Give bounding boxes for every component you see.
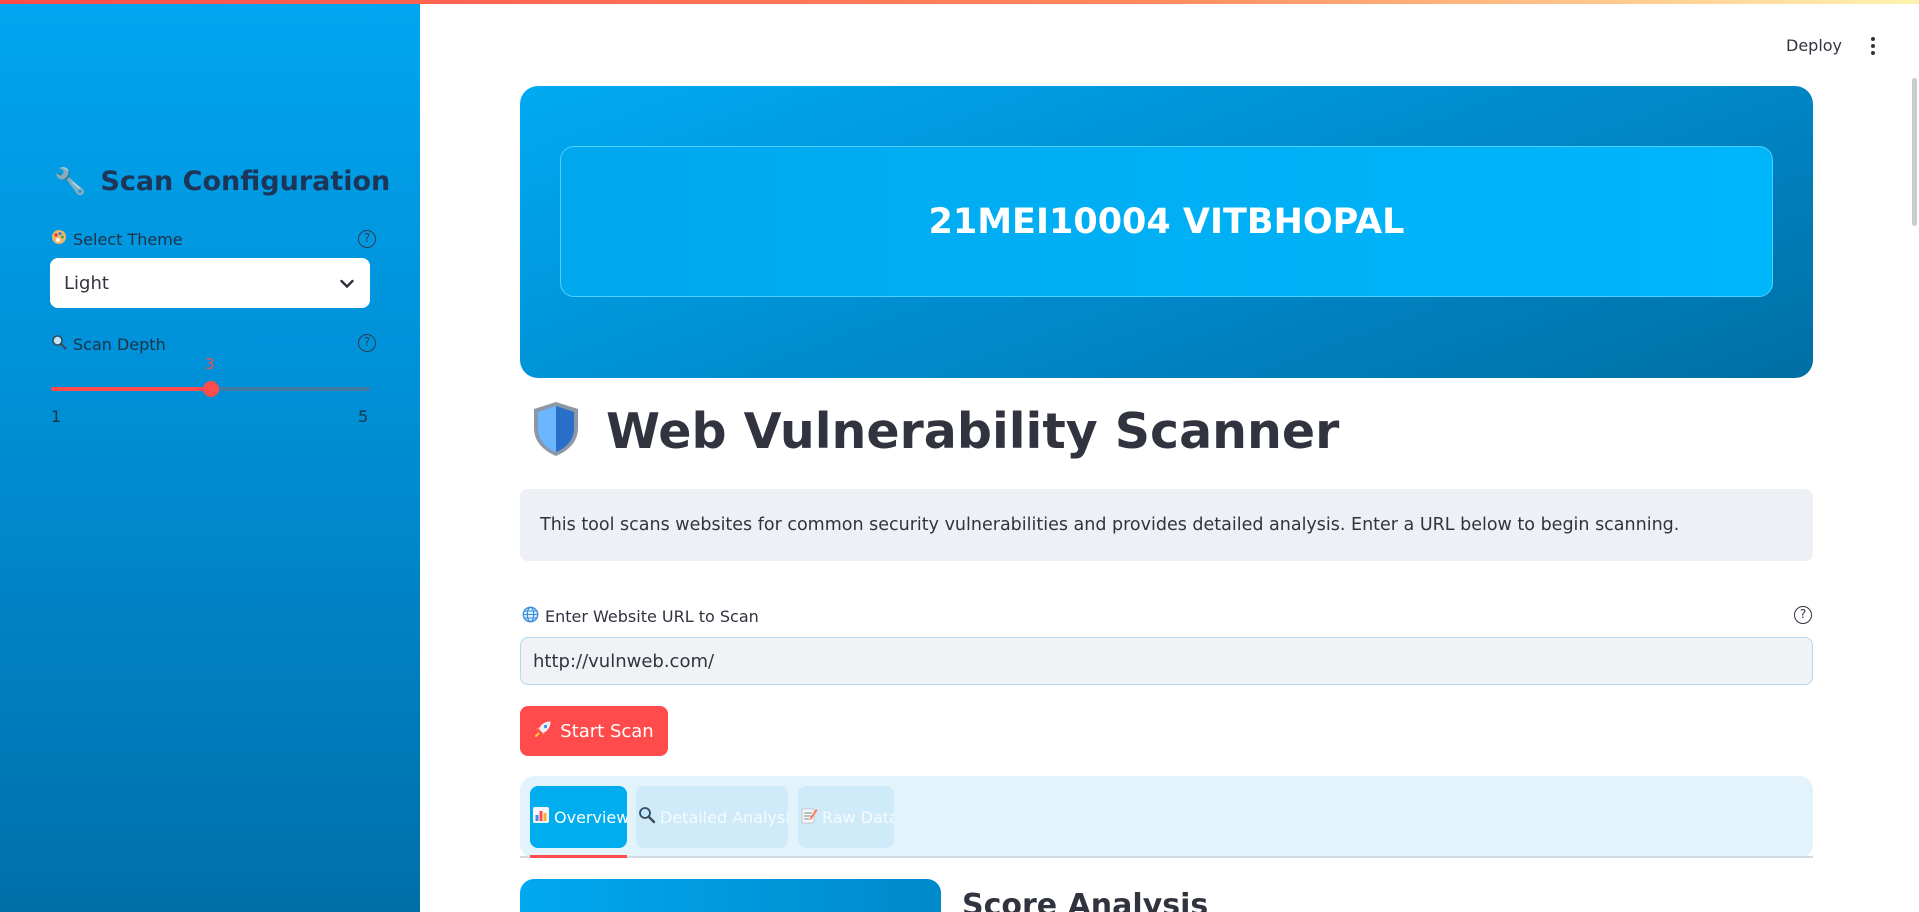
theme-help-icon[interactable]: ?	[358, 230, 376, 248]
tab-overview-label: Overview	[554, 807, 627, 827]
scan-depth-label-text: Scan Depth	[73, 334, 166, 354]
info-message: This tool scans websites for common secu…	[520, 489, 1813, 561]
kebab-menu-icon[interactable]	[1866, 34, 1880, 58]
slider-current-value: 3	[205, 355, 215, 373]
slider-thumb[interactable]	[203, 381, 219, 397]
url-input[interactable]	[520, 637, 1813, 685]
deploy-button[interactable]: Deploy	[1786, 36, 1842, 55]
theme-label-text: Select Theme	[73, 229, 183, 249]
scan-depth-slider[interactable]: 3	[51, 355, 370, 397]
url-field-label: Enter Website URL to Scan	[522, 606, 759, 627]
slider-min-label: 1	[51, 407, 62, 426]
tabs-divider	[520, 856, 1813, 858]
tab-raw-data-label: Raw Data	[822, 807, 894, 827]
magnifier-icon	[638, 806, 656, 828]
bar-chart-icon	[532, 806, 550, 828]
palette-icon	[51, 229, 67, 249]
score-analysis-heading: Score Analysis	[962, 888, 1209, 912]
globe-icon	[522, 606, 539, 627]
sidebar-title-text: Scan Configuration	[100, 166, 391, 197]
info-message-text: This tool scans websites for common secu…	[540, 515, 1680, 535]
theme-select[interactable]: Light	[50, 258, 370, 308]
tab-detailed-analysis-label: Detailed Analysis	[660, 807, 788, 827]
active-tab-underline	[530, 855, 627, 858]
wrench-icon: 🔧	[54, 166, 87, 197]
url-field-label-text: Enter Website URL to Scan	[545, 607, 759, 626]
magnifier-icon	[51, 334, 67, 354]
scan-depth-label: Scan Depth	[51, 334, 166, 354]
theme-label: Select Theme	[51, 229, 183, 249]
hero-banner-text: 21MEI10004 VITBHOPAL	[560, 146, 1773, 297]
top-decoration-stripe	[0, 0, 1919, 4]
sidebar: 🔧 Scan Configuration Select Theme ? Ligh…	[0, 0, 420, 912]
scrollbar[interactable]	[1912, 78, 1917, 226]
tab-raw-data[interactable]: Raw Data	[798, 786, 894, 848]
rocket-icon	[534, 720, 552, 743]
score-card	[520, 879, 941, 912]
slider-fill	[51, 387, 211, 391]
hero-banner: 21MEI10004 VITBHOPAL	[520, 86, 1813, 378]
memo-icon	[800, 806, 818, 828]
tab-overview[interactable]: Overview	[530, 786, 627, 848]
start-scan-button[interactable]: Start Scan	[520, 706, 668, 756]
shield-icon	[530, 400, 582, 463]
slider-max-label: 5	[358, 407, 369, 426]
url-help-icon[interactable]: ?	[1794, 606, 1812, 624]
chevron-down-icon	[340, 273, 354, 294]
scan-depth-help-icon[interactable]: ?	[358, 334, 376, 352]
tab-detailed-analysis[interactable]: Detailed Analysis	[636, 786, 788, 848]
start-scan-label: Start Scan	[560, 720, 654, 742]
page-title: Web Vulnerability Scanner	[530, 400, 1339, 463]
sidebar-title: 🔧 Scan Configuration	[54, 166, 390, 197]
theme-selected-value: Light	[64, 272, 109, 294]
page-title-text: Web Vulnerability Scanner	[606, 403, 1340, 460]
